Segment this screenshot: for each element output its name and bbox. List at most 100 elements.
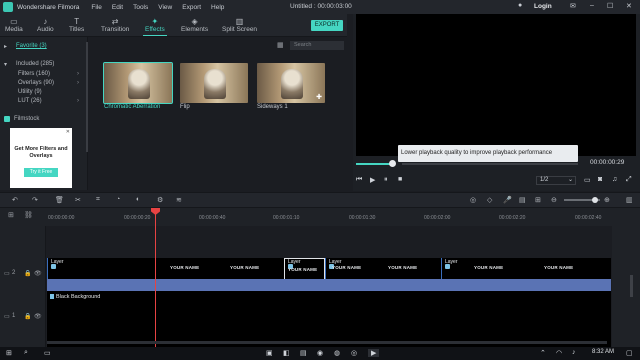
fullscreen-icon[interactable]: ⤢ bbox=[626, 176, 632, 184]
nav-lut[interactable]: LUT (26) bbox=[18, 98, 42, 104]
tab-elements[interactable]: ◈ Elements bbox=[181, 17, 208, 33]
speaker-icon[interactable]: ♪ bbox=[572, 349, 576, 356]
split-audio-icon[interactable]: ≋ bbox=[176, 196, 182, 204]
nav-scrollbar[interactable] bbox=[86, 42, 88, 152]
zoom-out-icon[interactable]: ⊖ bbox=[551, 196, 557, 204]
snapshot-icon[interactable]: ◙ bbox=[598, 176, 602, 183]
audio-track-icon[interactable]: ▤ bbox=[519, 196, 526, 204]
taskbar-app-icon[interactable]: ▣ bbox=[266, 349, 273, 357]
volume-icon[interactable]: ♫ bbox=[612, 176, 617, 183]
tab-media[interactable]: ▭ Media bbox=[5, 17, 23, 33]
menu-edit[interactable]: Edit bbox=[112, 4, 123, 11]
crop-icon[interactable]: ⌗ bbox=[96, 196, 100, 204]
add-track-icon[interactable]: ⊞ bbox=[8, 211, 14, 219]
link-icon[interactable]: ⛓ bbox=[24, 211, 33, 219]
audio-mixer-icon[interactable]: ⚙ bbox=[157, 196, 163, 204]
nav-included[interactable]: Included (285) bbox=[16, 61, 54, 67]
search-icon[interactable]: ⌕ bbox=[24, 349, 28, 357]
grid-view-icon[interactable]: ▦ bbox=[277, 41, 284, 49]
account-icon[interactable]: ● bbox=[518, 2, 522, 9]
taskbar-app-icon[interactable]: ◉ bbox=[317, 349, 323, 357]
color-icon[interactable]: ◐ bbox=[136, 196, 140, 203]
start-icon[interactable]: ⊞ bbox=[6, 349, 12, 357]
tab-transition[interactable]: ⇄ Transition bbox=[101, 17, 129, 33]
message-icon[interactable]: ✉ bbox=[570, 2, 576, 10]
filmora-window: Wondershare Filmora File Edit Tools View… bbox=[0, 0, 640, 360]
render-icon[interactable]: ▭ bbox=[584, 176, 591, 184]
playhead-line[interactable] bbox=[155, 208, 156, 347]
zoom-slider-handle[interactable] bbox=[592, 197, 598, 203]
cut-icon[interactable]: ✂ bbox=[75, 196, 81, 204]
lock-icon[interactable]: 🔒 bbox=[24, 270, 31, 277]
track-number: 2 bbox=[12, 270, 16, 276]
stop-icon[interactable]: ■ bbox=[398, 176, 402, 183]
black-background-clip[interactable] bbox=[47, 291, 611, 347]
undo-icon[interactable]: ↶ bbox=[12, 196, 18, 204]
zoom-in-icon[interactable]: ⊕ bbox=[604, 196, 610, 204]
close-ad-icon[interactable]: ✕ bbox=[66, 129, 70, 135]
notification-icon[interactable]: ▢ bbox=[626, 349, 633, 357]
snap-icon[interactable]: ⊞ bbox=[535, 196, 541, 204]
maximize-icon[interactable]: ☐ bbox=[607, 2, 613, 10]
effect-thumb-flip[interactable] bbox=[180, 63, 248, 103]
playback-progress-track[interactable] bbox=[402, 163, 578, 165]
pause-icon[interactable]: ⏸ bbox=[384, 176, 388, 184]
nav-overlays[interactable]: Overlays (90) bbox=[18, 80, 54, 86]
nav-favorite[interactable]: Favorite (3) bbox=[16, 43, 47, 49]
tab-titles[interactable]: T Titles bbox=[69, 17, 84, 33]
timeline-ruler[interactable] bbox=[0, 208, 640, 226]
redo-icon[interactable]: ↷ bbox=[32, 196, 38, 204]
menu-export[interactable]: Export bbox=[182, 4, 201, 11]
tab-audio[interactable]: ♪ Audio bbox=[37, 17, 54, 33]
horizontal-scrollbar[interactable] bbox=[47, 341, 607, 344]
search-input[interactable]: Search bbox=[290, 41, 344, 50]
tab-effects[interactable]: ✦ Effects bbox=[143, 17, 167, 36]
minimize-icon[interactable]: – bbox=[590, 2, 594, 9]
filmstock-ad-banner[interactable]: Get More Filters and Overlays Try it Fre… bbox=[10, 128, 72, 188]
delete-icon[interactable]: 🗑 bbox=[55, 196, 64, 204]
taskbar-app-icon[interactable]: ▤ bbox=[300, 349, 307, 357]
nav-utility[interactable]: Utility (9) bbox=[18, 89, 42, 95]
marker-icon[interactable]: ◇ bbox=[487, 196, 492, 204]
lock-icon[interactable]: 🔒 bbox=[24, 313, 31, 320]
voiceover-icon[interactable]: 🎤 bbox=[503, 196, 512, 204]
prev-frame-icon[interactable]: ⏮ bbox=[356, 176, 362, 184]
eye-icon[interactable]: 👁 bbox=[34, 313, 42, 320]
audio-waveform-strip[interactable] bbox=[47, 279, 611, 291]
tab-split-screen[interactable]: ▥ Split Screen bbox=[222, 17, 257, 33]
title-clip[interactable]: Layer YOUR NAME YOUR NAME bbox=[441, 258, 611, 280]
nav-filters[interactable]: Filters (160) bbox=[18, 71, 50, 77]
menu-tools[interactable]: Tools bbox=[133, 4, 148, 11]
effect-thumb-chromatic-aberration[interactable] bbox=[103, 62, 173, 104]
collapse-favorite-icon[interactable]: ▸ bbox=[4, 43, 7, 50]
login-button[interactable]: Login bbox=[534, 3, 552, 10]
try-free-button[interactable]: Try it Free bbox=[24, 168, 58, 177]
title-clip[interactable]: Layer YOUR NAME YOUR NAME bbox=[47, 258, 284, 280]
task-view-icon[interactable]: ▭ bbox=[44, 349, 51, 357]
add-effect-icon[interactable]: ✚ bbox=[316, 93, 322, 101]
taskbar-app-icon[interactable]: ◍ bbox=[334, 349, 340, 357]
taskbar-app-icon[interactable]: ◧ bbox=[283, 349, 290, 357]
export-button[interactable]: EXPORT bbox=[311, 20, 343, 31]
menu-view[interactable]: View bbox=[158, 4, 172, 11]
nav-filmstock[interactable]: Filmstock bbox=[14, 116, 39, 122]
wifi-icon[interactable]: ◠ bbox=[556, 349, 562, 357]
taskbar-app-icon[interactable]: ◎ bbox=[351, 349, 357, 357]
title-clip[interactable]: Layer YOUR NAME YOUR NAME bbox=[325, 258, 441, 280]
menu-file[interactable]: File bbox=[91, 4, 101, 11]
title-bar: Wondershare Filmora File Edit Tools View… bbox=[0, 0, 640, 14]
playback-quality-select[interactable]: 1/2 ⌄ bbox=[536, 176, 576, 185]
close-icon[interactable]: ✕ bbox=[626, 2, 632, 10]
effect-thumb-sideways[interactable]: ✚ bbox=[257, 63, 325, 103]
speed-icon[interactable]: ◔ bbox=[116, 196, 120, 203]
render-preview-icon[interactable]: ◎ bbox=[470, 196, 476, 204]
eye-icon[interactable]: 👁 bbox=[34, 270, 42, 277]
vertical-scrollbar[interactable] bbox=[630, 275, 633, 297]
network-icon[interactable]: ⌃ bbox=[540, 349, 546, 357]
track-settings-icon[interactable]: ▥ bbox=[626, 196, 633, 204]
menu-help[interactable]: Help bbox=[211, 4, 224, 11]
filmora-taskbar-icon[interactable]: ▶ bbox=[368, 349, 380, 357]
play-icon[interactable]: ▶ bbox=[370, 176, 375, 184]
expand-included-icon[interactable]: ▾ bbox=[4, 61, 7, 68]
progress-handle[interactable] bbox=[389, 160, 396, 167]
